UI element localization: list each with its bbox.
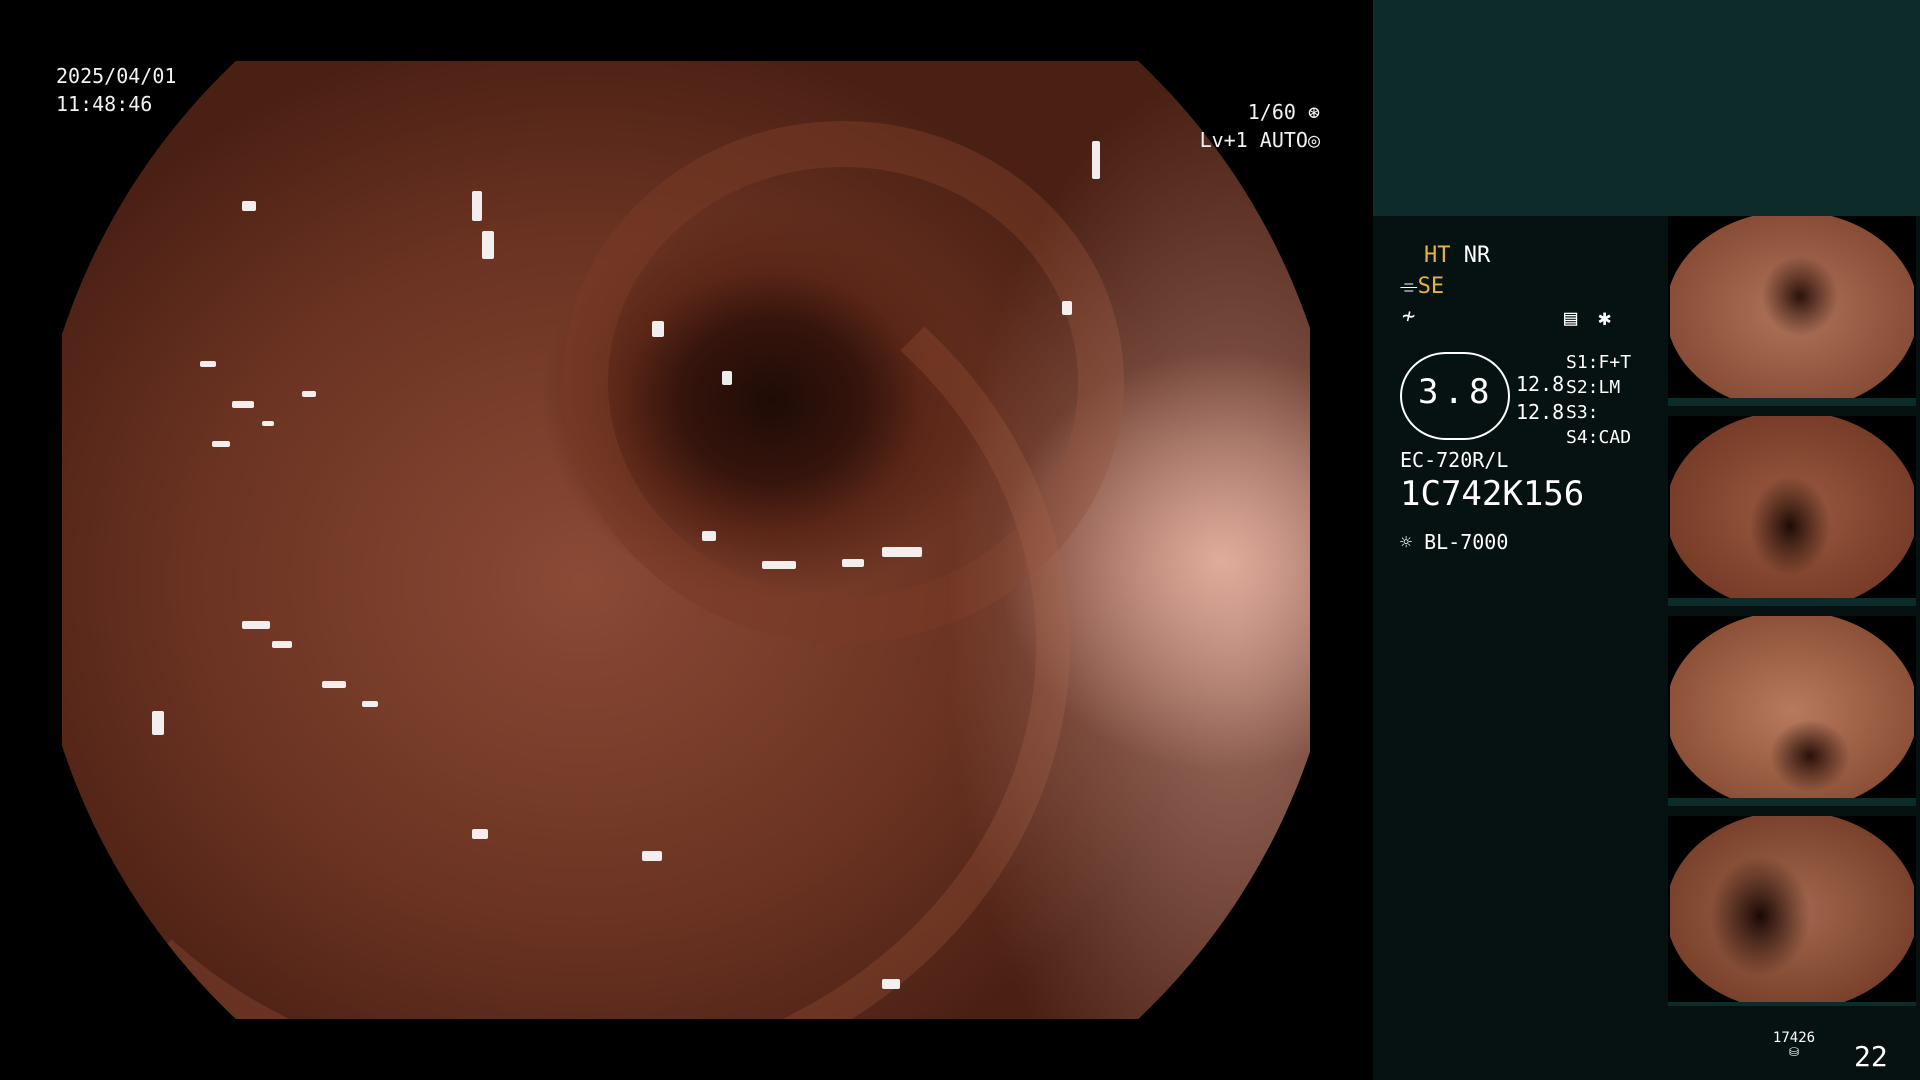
endoscope-view (62, 61, 1310, 1019)
storage-indicator: 17426 ⛁ (1764, 1030, 1824, 1058)
zoom-value: 3.8 (1418, 372, 1495, 412)
switch-settings: S1:F+T S2:LM S3: S4:CAD (1566, 350, 1631, 450)
nr-indicator: NR (1463, 243, 1491, 268)
scope-model: EC-720R/L (1400, 448, 1509, 472)
mode-text: AUTO (1259, 128, 1308, 152)
light-source-row: ☼ BL-7000 (1400, 530, 1508, 554)
date-text: 2025/04/01 (56, 64, 177, 88)
processing-status: HT NR (1424, 243, 1490, 268)
storage-count: 17426 (1772, 1030, 1816, 1046)
s1-label: S1: (1566, 352, 1599, 373)
s2-value: LM (1598, 377, 1621, 398)
s3-label: S3: (1566, 402, 1599, 423)
thumbnail-3[interactable] (1668, 616, 1916, 806)
shutter-text: 1/60 (1247, 100, 1296, 124)
reading-2: 12.8 (1516, 400, 1565, 424)
settings-icon: ▤ (1564, 306, 1578, 331)
thumbnail-1[interactable] (1668, 216, 1916, 406)
structure-enhance-icon: ⌯ (1400, 274, 1418, 299)
asterisk-icon: ✱ (1598, 306, 1612, 331)
s4-label: S4: (1566, 427, 1599, 448)
color-icon: ≁ (1402, 304, 1416, 329)
image-count: 22 (1854, 1040, 1888, 1073)
shutter-icon: ⊛ (1295, 100, 1320, 124)
light-source-text: BL-7000 (1424, 530, 1509, 554)
structure-enhance-row: ⌯SE (1400, 274, 1444, 299)
ht-indicator: HT (1424, 243, 1451, 268)
time-text: 11:48:46 (56, 92, 153, 116)
reading-1: 12.8 (1516, 372, 1565, 396)
level-text: Lv+1 (1199, 128, 1248, 152)
s4-value: CAD (1598, 427, 1632, 448)
colon-lumen-image (62, 61, 1310, 1019)
exposure-info: 1/60 ⊛ Lv+1 AUTO◎ (1190, 98, 1320, 154)
info-header-panel (1373, 0, 1920, 216)
readings: 12.8 12.8 (1516, 370, 1564, 426)
storage-icon: ⛁ (1788, 1045, 1800, 1059)
s1-value: F+T (1598, 352, 1632, 373)
light-source-icon: ☼ (1400, 530, 1413, 554)
se-indicator: SE (1417, 274, 1445, 299)
scope-serial: 1C742K156 (1400, 474, 1585, 514)
s2-label: S2: (1566, 377, 1599, 398)
auto-iris-icon: ◎ (1307, 128, 1320, 152)
thumbnail-4[interactable] (1668, 816, 1916, 1006)
date-time: 2025/04/01 11:48:46 (56, 62, 176, 118)
thumbnail-2[interactable] (1668, 416, 1916, 606)
